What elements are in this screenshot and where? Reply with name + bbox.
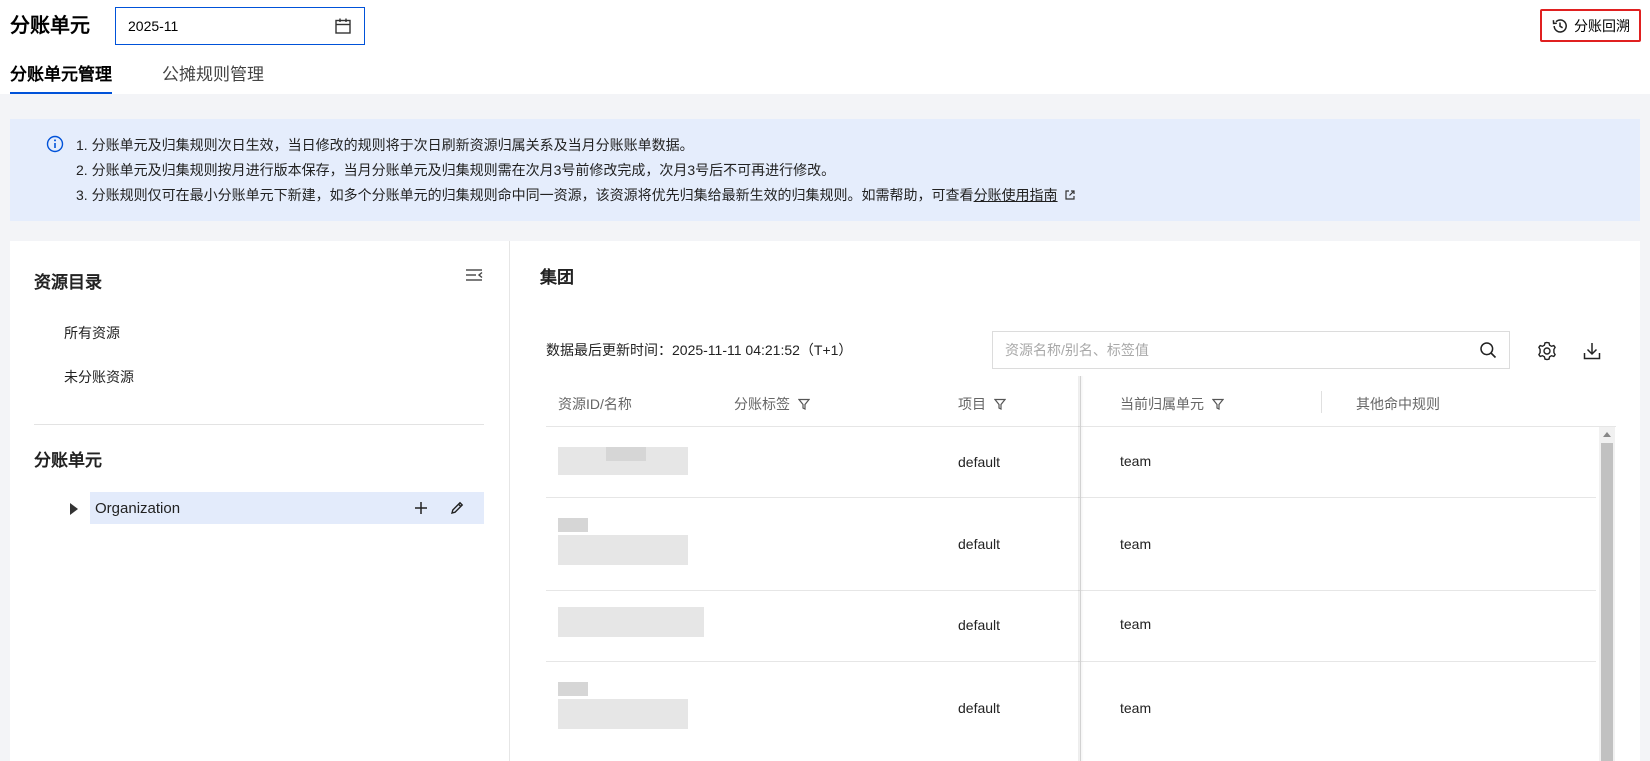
scrollbar-thumb[interactable] [1601, 443, 1613, 761]
notice-line-3: 3. 分账规则仅可在最小分账单元下新建，如多个分账单元的归集规则命中同一资源，该… [76, 183, 1640, 208]
col-resource-id-label: 资源ID/名称 [558, 396, 632, 412]
nav-all-resources[interactable]: 所有资源 [64, 323, 120, 343]
tab-allocation-rules[interactable]: 公摊规则管理 [162, 60, 264, 94]
main-card: 资源目录 所有资源 未分账资源 分账单元 Organization 集团 数据最… [10, 241, 1640, 761]
catalog-title: 资源目录 [34, 273, 102, 292]
notice-line-3-text: 3. 分账规则仅可在最小分账单元下新建，如多个分账单元的归集规则命中同一资源，该… [76, 187, 974, 203]
redacted-block [558, 682, 588, 696]
nav-unallocated-resources[interactable]: 未分账资源 [64, 367, 134, 387]
scroll-up-arrow-icon[interactable] [1603, 432, 1611, 437]
info-icon [46, 135, 64, 153]
month-picker[interactable]: 2025-11 [115, 7, 365, 45]
month-picker-value: 2025-11 [128, 18, 179, 34]
table-row[interactable]: default team [546, 427, 1596, 498]
tree-node-label: Organization [95, 499, 181, 517]
cell-project: default [958, 700, 1001, 716]
plus-icon[interactable] [412, 499, 430, 517]
history-icon [1552, 18, 1567, 33]
filter-icon[interactable] [1212, 398, 1224, 410]
notice-banner: 1. 分账单元及归集规则次日生效，当日修改的规则将于次日刷新资源归属关系及当月分… [10, 119, 1640, 221]
history-button-label: 分账回溯 [1574, 17, 1630, 34]
redacted-block [606, 447, 646, 461]
top-bar: 分账单元 2025-11 分账回溯 分账单元管理 公摊规则管理 [0, 0, 1650, 94]
group-title: 集团 [540, 268, 574, 287]
table-row[interactable]: default team [546, 591, 1596, 662]
history-button[interactable]: 分账回溯 [1540, 9, 1641, 42]
redacted-resource-id [558, 535, 688, 565]
tab-bar: 分账单元管理 公摊规则管理 [10, 60, 264, 94]
search-icon[interactable] [1479, 341, 1497, 359]
cell-unit: team [1120, 616, 1152, 632]
table-row[interactable]: default team [546, 662, 1596, 761]
calendar-icon[interactable] [334, 17, 352, 35]
redacted-resource-id [558, 607, 704, 637]
cell-project: default [958, 617, 1001, 633]
column-separator [1321, 391, 1322, 413]
sidebar-divider [34, 424, 484, 425]
table-row[interactable]: default team [546, 498, 1596, 591]
caret-right-icon[interactable] [70, 503, 78, 515]
search-box[interactable] [992, 331, 1510, 369]
gear-icon[interactable] [1536, 340, 1558, 362]
col-project: 项目 [958, 381, 1006, 427]
col-project-label: 项目 [958, 396, 986, 412]
resource-panel: 集团 数据最后更新时间：2025-11-11 04:21:52（T+1） 资源I… [520, 241, 1640, 761]
col-other-rules-label: 其他命中规则 [1356, 396, 1440, 412]
cell-project: default [958, 454, 1001, 470]
cell-unit: team [1120, 536, 1152, 552]
external-link-icon[interactable] [1064, 189, 1076, 201]
tab-unit-management[interactable]: 分账单元管理 [10, 60, 112, 94]
col-resource-id: 资源ID/名称 [558, 381, 632, 427]
cell-project: default [958, 536, 1001, 552]
cell-unit: team [1120, 700, 1152, 716]
edit-icon[interactable] [448, 499, 466, 517]
search-input[interactable] [1005, 342, 1479, 358]
resource-sidebar: 资源目录 所有资源 未分账资源 分账单元 Organization [10, 241, 510, 761]
cell-unit: team [1120, 453, 1152, 469]
filter-icon[interactable] [798, 398, 810, 410]
download-icon[interactable] [1581, 340, 1603, 362]
guide-link[interactable]: 分账使用指南 [974, 187, 1058, 203]
notice-line-1: 1. 分账单元及归集规则次日生效，当日修改的规则将于次日刷新资源归属关系及当月分… [76, 137, 694, 153]
page-title: 分账单元 [10, 15, 90, 37]
tree-node-organization[interactable]: Organization [90, 492, 484, 524]
col-allocation-tag-label: 分账标签 [734, 396, 790, 412]
units-title: 分账单元 [34, 451, 102, 470]
collapse-icon[interactable] [465, 267, 483, 283]
notice-line-2: 2. 分账单元及归集规则按月进行版本保存，当月分账单元及归集规则需在次月3号前修… [76, 162, 836, 178]
filter-icon[interactable] [994, 398, 1006, 410]
col-allocation-tag: 分账标签 [734, 381, 810, 427]
update-time: 数据最后更新时间：2025-11-11 04:21:52（T+1） [546, 342, 853, 358]
table-scrollbar[interactable] [1599, 427, 1615, 761]
col-current-unit-label: 当前归属单元 [1120, 396, 1204, 412]
redacted-resource-id [558, 699, 688, 729]
fixed-column-shadow [1078, 376, 1084, 761]
redacted-block [558, 518, 588, 532]
col-current-unit: 当前归属单元 [1120, 381, 1224, 427]
col-other-rules: 其他命中规则 [1356, 381, 1440, 427]
